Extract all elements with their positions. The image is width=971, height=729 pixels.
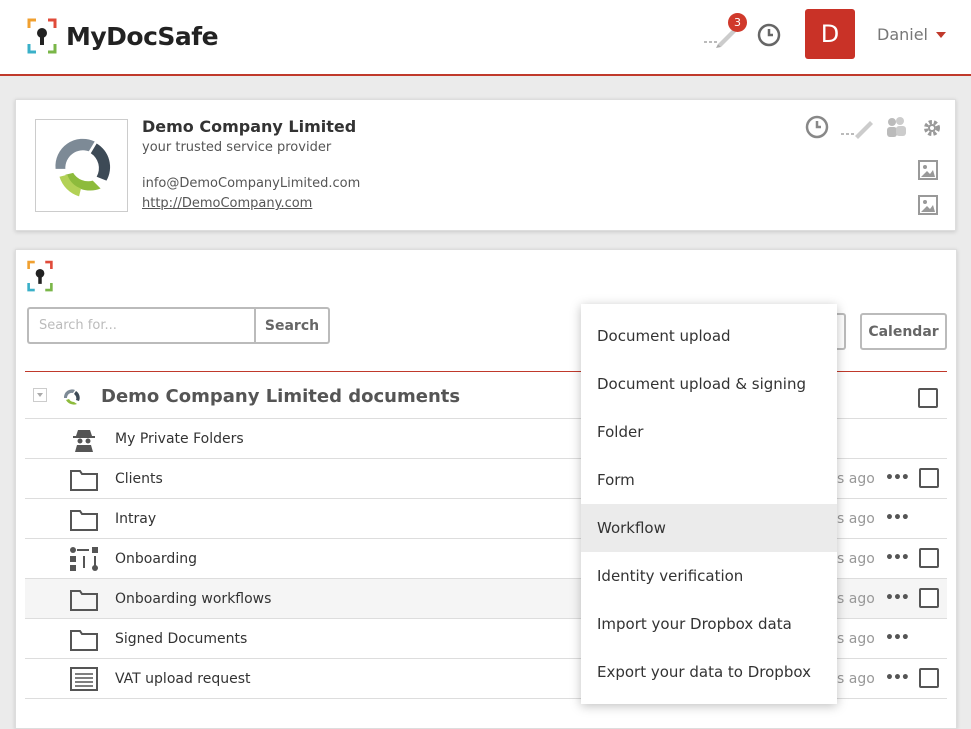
user-name[interactable]: Daniel bbox=[877, 25, 928, 44]
folder-icon bbox=[70, 630, 98, 651]
menu-item-form[interactable]: Form bbox=[581, 456, 837, 504]
row-label[interactable]: My Private Folders bbox=[115, 431, 244, 447]
row-timestamp: s ago bbox=[837, 631, 875, 647]
search-button[interactable]: Search bbox=[254, 307, 330, 344]
row-checkbox[interactable] bbox=[919, 668, 939, 688]
row-label[interactable]: Clients bbox=[115, 471, 163, 487]
row-timestamp: s ago bbox=[837, 551, 875, 567]
company-email[interactable]: info@DemoCompanyLimited.com bbox=[142, 176, 360, 191]
row-label[interactable]: Intray bbox=[115, 511, 156, 527]
menu-item-document-upload-signing[interactable]: Document upload & signing bbox=[581, 360, 837, 408]
menu-item-export-dropbox[interactable]: Export your data to Dropbox bbox=[581, 648, 837, 696]
row-label[interactable]: Onboarding bbox=[115, 551, 197, 567]
menu-item-folder[interactable]: Folder bbox=[581, 408, 837, 456]
row-timestamp: s ago bbox=[837, 591, 875, 607]
row-label[interactable]: Signed Documents bbox=[115, 631, 247, 647]
spy-icon bbox=[73, 430, 95, 452]
gear-icon[interactable] bbox=[922, 118, 942, 138]
form-icon bbox=[70, 667, 98, 691]
more-options-icon[interactable]: ••• bbox=[885, 550, 910, 566]
brand-logo[interactable]: MyDocSafe bbox=[26, 18, 219, 54]
calendar-button[interactable]: Calendar bbox=[860, 313, 947, 350]
company-card: Demo Company Limited your trusted servic… bbox=[15, 99, 956, 231]
more-options-icon[interactable]: ••• bbox=[885, 630, 910, 646]
search-input[interactable] bbox=[27, 307, 255, 344]
more-options-icon[interactable]: ••• bbox=[885, 670, 910, 686]
image-icon[interactable] bbox=[918, 195, 938, 215]
notification-badge: 3 bbox=[728, 13, 747, 32]
image-icon[interactable] bbox=[918, 160, 938, 180]
brand-name: MyDocSafe bbox=[66, 21, 219, 51]
menu-item-document-upload[interactable]: Document upload bbox=[581, 312, 837, 360]
documents-title: Demo Company Limited documents bbox=[101, 386, 461, 407]
row-checkbox[interactable] bbox=[919, 548, 939, 568]
row-timestamp: s ago bbox=[837, 511, 875, 527]
select-all-checkbox[interactable] bbox=[918, 388, 938, 408]
menu-item-workflow[interactable]: Workflow bbox=[581, 504, 837, 552]
caret-down-icon[interactable] bbox=[936, 32, 946, 38]
workflow-icon bbox=[70, 547, 98, 571]
row-label[interactable]: Onboarding workflows bbox=[115, 591, 271, 607]
company-logo bbox=[35, 119, 128, 212]
folder-icon bbox=[70, 470, 98, 491]
history-clock-icon[interactable] bbox=[757, 23, 781, 47]
company-url-link[interactable]: http://DemoCompany.com bbox=[142, 196, 312, 211]
row-timestamp: s ago bbox=[837, 471, 875, 487]
history-clock-icon[interactable] bbox=[805, 115, 829, 139]
more-options-icon[interactable]: ••• bbox=[885, 470, 910, 486]
collapse-toggle[interactable] bbox=[33, 388, 47, 402]
row-timestamp: s ago bbox=[837, 671, 875, 687]
menu-item-import-dropbox[interactable]: Import your Dropbox data bbox=[581, 600, 837, 648]
signature-pen-icon[interactable] bbox=[840, 116, 874, 140]
users-icon[interactable] bbox=[885, 116, 907, 138]
company-name: Demo Company Limited bbox=[142, 117, 357, 136]
row-checkbox[interactable] bbox=[919, 588, 939, 608]
keyhole-logo-icon bbox=[27, 18, 57, 54]
company-logo-icon bbox=[63, 389, 80, 405]
menu-item-identity-verification[interactable]: Identity verification bbox=[581, 552, 837, 600]
folder-icon bbox=[70, 590, 98, 611]
row-label[interactable]: VAT upload request bbox=[115, 671, 251, 687]
company-tagline: your trusted service provider bbox=[142, 140, 332, 155]
user-avatar[interactable]: D bbox=[805, 9, 855, 59]
new-item-dropdown: Document upload Document upload & signin… bbox=[581, 304, 837, 704]
row-checkbox[interactable] bbox=[919, 468, 939, 488]
top-bar: MyDocSafe 3 D Daniel bbox=[0, 0, 971, 76]
folder-icon bbox=[70, 510, 98, 531]
more-options-icon[interactable]: ••• bbox=[885, 590, 910, 606]
more-options-icon[interactable]: ••• bbox=[885, 510, 910, 526]
keyhole-logo-icon bbox=[27, 260, 53, 292]
